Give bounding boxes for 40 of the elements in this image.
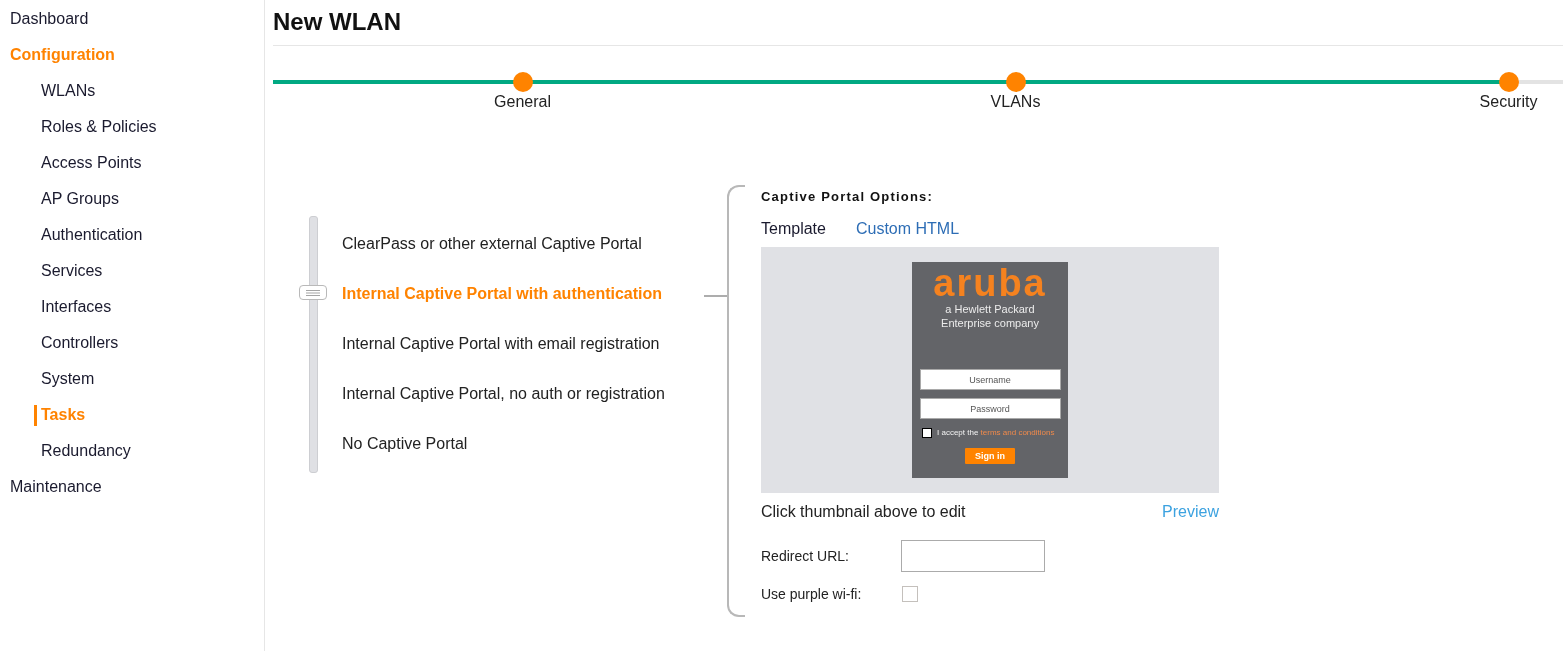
nav-link[interactable]: Redundancy [41, 441, 131, 461]
nav-link[interactable]: Access Points [41, 153, 142, 173]
nav-link[interactable]: Interfaces [41, 297, 112, 317]
nav-link[interactable]: AP Groups [41, 189, 119, 209]
section-heading: Captive Portal Options: [761, 189, 934, 205]
username-field: Username [919, 369, 1061, 390]
nav-link[interactable]: Maintenance [10, 477, 102, 497]
portal-type-option[interactable]: ClearPass or other external Captive Portal [342, 234, 642, 254]
checkbox[interactable] [902, 586, 918, 602]
field-label: Use purple wi-fi: [761, 585, 863, 603]
terms-link: terms and conditions [980, 427, 1055, 437]
portal-type-option[interactable]: No Captive Portal [342, 434, 468, 454]
logo-wordmark: aruba [933, 264, 1047, 302]
tab[interactable]: Template [761, 219, 826, 239]
url-input-field[interactable] [901, 540, 1045, 572]
step-label: General [494, 92, 551, 112]
sign-in-button: Sign in [965, 448, 1015, 464]
portal-type-option[interactable]: Internal Captive Portal with email registration [342, 334, 660, 354]
nav-link[interactable]: WLANs [41, 81, 96, 101]
portal-type-option[interactable]: Internal Captive Portal, no auth or registration [342, 384, 665, 404]
nav-link[interactable]: System [41, 369, 95, 389]
nav-link[interactable]: Authentication [41, 225, 143, 245]
field-label: Redirect URL: [761, 547, 850, 565]
nav-link[interactable]: Roles & Policies [41, 117, 157, 137]
tab[interactable]: Custom HTML [855, 219, 960, 239]
terms-acceptance-text: I accept the terms and conditions [937, 427, 1055, 438]
slider-handle[interactable] [299, 285, 327, 300]
template-thumbnail[interactable]: aruba a Hewlett Packard Enterprise company Username Password I accept the terms and conditions Sign in [761, 247, 1219, 493]
nav-link[interactable]: Services [41, 261, 103, 281]
nav-link[interactable]: Controllers [41, 333, 119, 353]
step-label: Security [1479, 92, 1538, 112]
password-field: Password [919, 398, 1061, 419]
grip-lines-icon [306, 289, 320, 296]
step-label: VLANs [990, 92, 1041, 112]
tagline-text: a Hewlett Packard Enterprise company [940, 302, 1040, 330]
page-title: New WLAN [273, 7, 401, 36]
nav-link[interactable]: Dashboard [10, 9, 89, 29]
vertical-slider[interactable] [299, 216, 327, 473]
connector-line [704, 294, 727, 297]
hint-text: Click thumbnail above to edit [761, 502, 966, 522]
